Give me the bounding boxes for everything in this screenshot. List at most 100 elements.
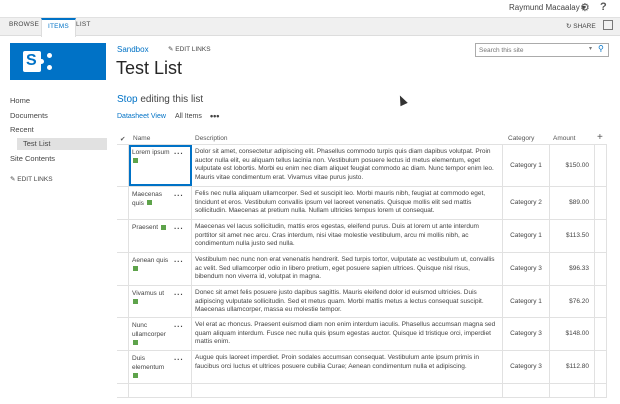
tab-browse[interactable]: BROWSE [9,21,39,28]
row-end-cell [595,286,607,317]
search-box[interactable]: ▾ ⚲ [475,43,609,57]
nav-item-documents[interactable]: Documents [10,111,48,120]
category-cell[interactable]: Category 1 [503,220,550,252]
amount-text: $113.50 [565,231,589,239]
suite-bar: Raymund Macaalay ▾ ⚙ ? [0,0,620,18]
selected-cell-outline [129,145,192,186]
amount-text: $96.33 [569,264,589,272]
category-text: Category 1 [510,297,542,305]
table-row[interactable]: Nunc ullamcorper ··· Vel erat ac rhoncus… [117,318,607,351]
amount-cell[interactable]: $76.20 [550,286,595,317]
column-header-amount[interactable]: Amount [553,135,575,142]
name-text: Aenean quis [132,257,169,264]
nav-item-site-contents[interactable]: Site Contents [10,154,55,163]
item-menu-ellipsis[interactable]: ··· [174,224,184,233]
amount-cell[interactable]: $150.00 [550,145,595,186]
focus-content-icon[interactable] [603,20,613,30]
name-cell[interactable] [129,384,192,397]
category-text: Category 3 [510,329,542,337]
category-cell[interactable]: Category 3 [503,351,550,383]
table-row[interactable]: Vivamus ut ··· Donec sit amet felis posu… [117,286,607,318]
category-cell[interactable]: Category 1 [503,145,550,186]
row-select-cell[interactable] [117,253,129,285]
tab-items[interactable]: ITEMS [41,18,76,37]
edit-links-top[interactable]: ✎ EDIT LINKS [168,45,211,53]
chevron-down-icon[interactable]: ▾ [589,45,592,52]
column-header-category[interactable]: Category [508,135,534,142]
amount-cell[interactable]: $113.50 [550,220,595,252]
edit-links-nav[interactable]: ✎ EDIT LINKS [10,175,53,183]
table-row[interactable]: Praesent ··· Maecenas vel lacus sollicit… [117,220,607,253]
amount-cell[interactable]: $96.33 [550,253,595,285]
amount-cell[interactable]: $148.00 [550,318,595,350]
item-menu-ellipsis[interactable]: ··· [174,191,184,200]
breadcrumb[interactable]: Sandbox [117,45,149,54]
description-cell[interactable]: Vestibulum nec nunc non erat venenatis h… [192,253,503,285]
gear-icon[interactable]: ⚙ [580,1,590,14]
category-cell[interactable]: Category 2 [503,187,550,219]
nav-item-home[interactable]: Home [10,96,30,105]
search-icon[interactable]: ⚲ [598,44,604,53]
view-all-items[interactable]: All Items [175,113,202,120]
grid-header: ✔ Name Description Category Amount + [117,131,607,145]
help-icon[interactable]: ? [600,1,607,13]
row-end-cell [595,351,607,383]
table-row-empty[interactable] [117,384,607,398]
item-menu-ellipsis[interactable]: ··· [174,322,184,331]
item-menu-ellipsis[interactable]: ··· [174,355,184,364]
row-select-cell[interactable] [117,187,129,219]
description-cell[interactable]: Felis nec nulla aliquam ullamcorper. Sed… [192,187,503,219]
category-text: Category 1 [510,161,542,169]
amount-cell[interactable]: $89.00 [550,187,595,219]
add-column-button[interactable]: + [597,132,603,143]
table-row[interactable]: Lorem ipsum ··· Dolor sit amet, consecte… [117,145,607,187]
nav-item-recent[interactable]: Recent [10,125,34,134]
category-text: Category 3 [510,362,542,370]
description-cell[interactable]: Maecenas vel lacus sollicitudin, mattis … [192,220,503,252]
more-views-button[interactable]: ••• [210,111,219,121]
amount-text: $89.00 [569,198,589,206]
column-header-name[interactable]: Name [133,135,150,142]
table-row[interactable]: Aenean quis ··· Vestibulum nec nunc non … [117,253,607,286]
user-menu[interactable]: Raymund Macaalay ▾ [509,3,586,12]
description-cell[interactable]: Augue quis laoreet imperdiet. Proin soda… [192,351,503,383]
row-select-cell[interactable] [117,384,129,397]
row-select-cell[interactable] [117,220,129,252]
column-header-description[interactable]: Description [195,135,228,142]
amount-text: $150.00 [565,161,590,169]
description-cell[interactable]: Donec sit amet felis posuere justo dapib… [192,286,503,317]
row-select-cell[interactable] [117,318,129,350]
item-menu-ellipsis[interactable]: ··· [174,290,184,299]
share-label: SHARE [573,23,596,30]
site-logo[interactable]: S [10,43,106,80]
row-select-cell[interactable] [117,286,129,317]
view-datasheet[interactable]: Datasheet View [117,113,166,120]
share-button[interactable]: ↻ SHARE [566,22,596,30]
row-select-cell[interactable] [117,351,129,383]
tab-list[interactable]: LIST [76,21,91,28]
category-cell[interactable] [503,384,550,397]
table-row[interactable]: Duis elementum ··· Augue quis laoreet im… [117,351,607,384]
description-cell[interactable] [192,384,503,397]
select-all-checkbox[interactable]: ✔ [120,135,125,143]
name-text: Duis elementum [132,355,165,371]
stop-editing-link[interactable]: Stop [117,94,138,105]
amount-text: $112.80 [565,362,589,370]
stop-editing-bar: Stop editing this list [117,94,203,105]
nav-item-test-list[interactable]: Test List [17,138,107,150]
search-input[interactable] [476,44,586,56]
category-cell[interactable]: Category 1 [503,286,550,317]
table-row[interactable]: Maecenas quis ··· Felis nec nulla aliqua… [117,187,607,220]
item-menu-ellipsis[interactable]: ··· [174,257,184,266]
row-end-cell [595,253,607,285]
name-text: Nunc ullamcorper [132,322,166,338]
category-text: Category 1 [510,231,542,239]
category-cell[interactable]: Category 3 [503,318,550,350]
category-cell[interactable]: Category 3 [503,253,550,285]
amount-cell[interactable] [550,384,595,397]
description-cell[interactable]: Vel erat ac rhoncus. Praesent euismod di… [192,318,503,350]
amount-cell[interactable]: $112.80 [550,351,595,383]
category-text: Category 3 [510,264,542,272]
description-cell[interactable]: Dolor sit amet, consectetur adipiscing e… [192,145,503,186]
row-select-cell[interactable] [117,145,129,186]
